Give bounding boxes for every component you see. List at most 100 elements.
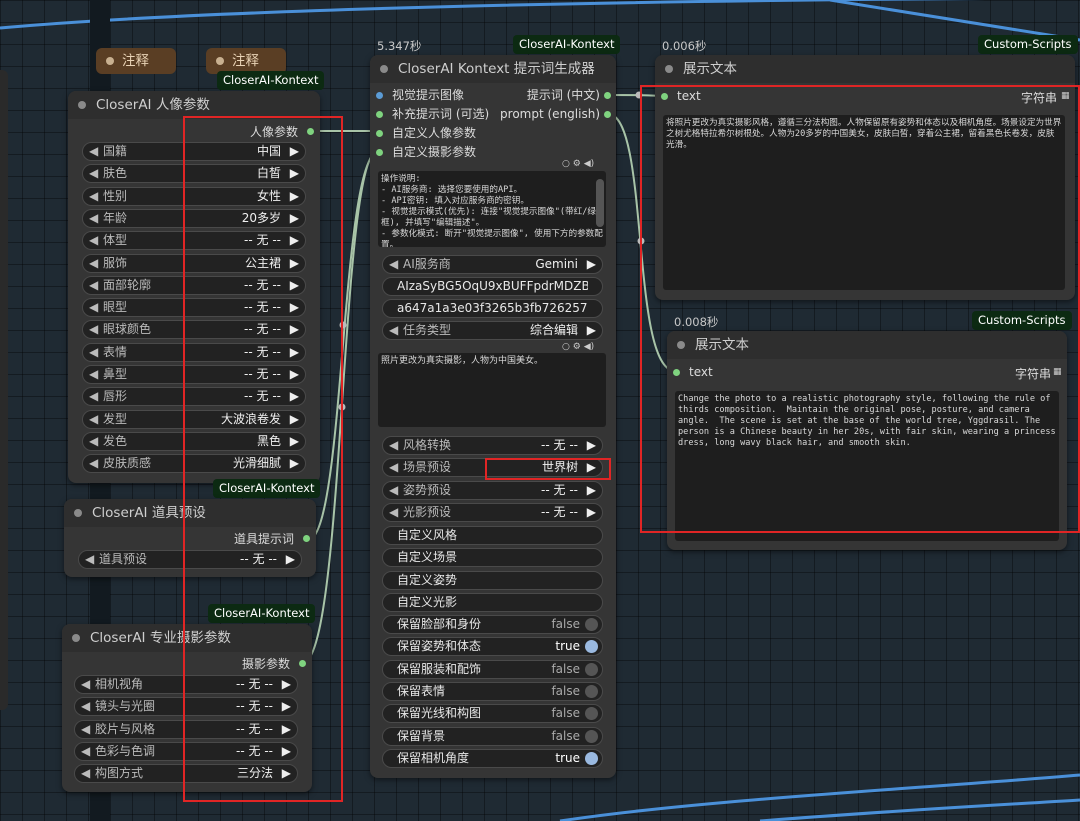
input-slot-extra-prompt[interactable]: 补充提示词 (可选) prompt (english) <box>370 105 616 124</box>
arrow-right-icon: ▶ <box>586 257 596 271</box>
arrow-left-icon[interactable]: ◀ <box>81 676 90 693</box>
toggle-knob-icon[interactable] <box>585 662 598 676</box>
arrow-left-icon[interactable]: ◀ <box>89 433 98 450</box>
input-dot-icon[interactable] <box>376 149 383 156</box>
collapse-dot-icon[interactable] <box>72 634 80 642</box>
arrow-left-icon[interactable]: ◀ <box>81 721 90 738</box>
instructions-textarea[interactable]: 操作说明: - AI服务商: 选择您要使用的API。 - API密钥: 填入对应… <box>378 171 606 247</box>
arrow-left-icon[interactable]: ◀ <box>85 551 94 568</box>
arrow-left-icon[interactable]: ◀ <box>89 455 98 472</box>
node-badge: CloserAI-Kontext <box>217 71 325 90</box>
toggle-switch[interactable]: 保留服装和配饰 false <box>382 659 603 679</box>
scrollbar[interactable] <box>596 179 604 227</box>
input-dot-icon[interactable] <box>376 92 383 99</box>
arrow-left-icon[interactable]: ◀ <box>89 299 98 316</box>
output-label-en: prompt (english) <box>500 107 600 121</box>
execution-time: 5.347秒 <box>377 39 422 53</box>
custom-text-field[interactable]: 自定义风格 <box>382 526 603 545</box>
arrow-left-icon[interactable]: ◀ <box>89 232 98 249</box>
arrow-left-icon[interactable]: ◀ <box>89 255 98 272</box>
arrow-left-icon[interactable]: ◀ <box>89 210 98 227</box>
toggle-switch[interactable]: 保留相机角度 true <box>382 748 603 768</box>
node-badge: Custom-Scripts <box>978 35 1078 54</box>
node-title[interactable]: 展示文本 <box>655 55 1075 83</box>
custom-text-field[interactable]: 自定义光影 <box>382 592 603 612</box>
output-dot-icon[interactable] <box>604 92 611 99</box>
arrow-right-icon: ▶ <box>586 323 596 337</box>
arrow-left-icon[interactable]: ◀ <box>89 344 98 361</box>
circle-icon: ○ <box>562 342 570 352</box>
input-dot-icon[interactable] <box>376 130 383 137</box>
collapse-dot-icon[interactable] <box>665 65 673 73</box>
node-title[interactable]: CloserAI Kontext 提示词生成器 <box>370 55 616 83</box>
arrow-left-icon[interactable]: ◀ <box>89 321 98 338</box>
toggle-knob-icon[interactable] <box>585 618 598 631</box>
input-slot-image[interactable]: 视觉提示图像 提示词 (中文) <box>370 86 616 105</box>
collapse-dot-icon[interactable] <box>380 65 388 73</box>
custom-text-field[interactable]: 自定义姿势 <box>382 570 603 590</box>
collapse-dot-icon[interactable] <box>216 57 224 65</box>
arrow-left-icon[interactable]: ◀ <box>389 459 398 476</box>
arrow-right-icon[interactable]: ▶ <box>587 504 596 521</box>
node-title[interactable]: CloserAI 人像参数 <box>68 91 320 119</box>
gear-icon: ⚙ <box>572 159 581 169</box>
arrow-left-icon[interactable]: ◀ <box>389 437 398 454</box>
arrow-left-icon[interactable]: ◀ <box>81 743 90 760</box>
arrow-left-icon: ◀ <box>389 257 399 271</box>
collapse-dot-icon[interactable] <box>106 57 114 65</box>
toggle-knob-icon[interactable] <box>585 640 598 654</box>
combo-select[interactable]: ◀ 姿势预设 -- 无 -- ▶ <box>382 480 603 500</box>
custom-text-field[interactable]: 自定义场景 <box>382 548 603 568</box>
output-label-cn: 提示词 (中文) <box>526 88 600 102</box>
api-key-field[interactable]: AIzaSyBG5OqU9xBUFFpdrMDZBeL... <box>382 277 603 296</box>
output-dot-icon[interactable] <box>604 111 611 118</box>
toggle-switch[interactable]: 保留脸部和身份 false <box>382 615 603 634</box>
input-dot-icon[interactable] <box>376 111 383 118</box>
arrow-left-icon[interactable]: ◀ <box>81 765 90 782</box>
arrow-left-icon[interactable]: ◀ <box>89 366 98 383</box>
highlight-box <box>640 85 1080 533</box>
arrow-left-icon[interactable]: ◀ <box>89 143 98 160</box>
prompt-generator-node[interactable]: CloserAI Kontext 提示词生成器 视觉提示图像 提示词 (中文) 补… <box>370 55 616 778</box>
collapse-dot-icon[interactable] <box>74 509 82 517</box>
textarea-tools[interactable]: ○ ⚙ ◀) <box>562 159 594 169</box>
arrow-left-icon[interactable]: ◀ <box>389 482 398 499</box>
combo-select[interactable]: ◀ 光影预设 -- 无 -- ▶ <box>382 502 603 522</box>
toggle-switch[interactable]: 保留光线和构图 false <box>382 704 603 724</box>
textarea-tools[interactable]: ○ ⚙ ◀) <box>562 342 594 352</box>
execution-time: 0.006秒 <box>662 39 707 53</box>
note-label: 注释 <box>122 53 149 69</box>
edit-description-textarea[interactable]: 照片更改为真实摄影，人物为中国美女。 <box>378 353 606 427</box>
ai-provider-select[interactable]: ◀ AI服务商 Gemini ▶ <box>382 255 603 274</box>
arrow-right-icon[interactable]: ▶ <box>587 437 596 454</box>
node-badge: CloserAI-Kontext <box>513 35 621 54</box>
note-node[interactable]: 注释 <box>96 48 176 74</box>
toggle-knob-icon[interactable] <box>585 751 598 765</box>
arrow-left-icon[interactable]: ◀ <box>89 165 98 182</box>
circle-icon: ○ <box>562 159 570 169</box>
arrow-left-icon[interactable]: ◀ <box>89 388 98 405</box>
highlight-box <box>485 458 611 480</box>
toggle-knob-icon[interactable] <box>585 684 598 698</box>
api-secret-field[interactable]: a647a1a3e03f3265b3fb726257db2e ... <box>382 299 603 318</box>
toggle-switch[interactable]: 保留表情 false <box>382 681 603 701</box>
toggle-switch[interactable]: 保留背景 false <box>382 726 603 746</box>
toggle-knob-icon[interactable] <box>585 707 598 721</box>
io-slots: 视觉提示图像 提示词 (中文) 补充提示词 (可选) prompt (english… <box>370 86 616 162</box>
arrow-left-icon[interactable]: ◀ <box>389 504 398 521</box>
input-slot-portrait[interactable]: 自定义人像参数 <box>370 124 616 143</box>
arrow-left-icon[interactable]: ◀ <box>81 698 90 715</box>
arrow-left-icon: ◀ <box>389 323 399 337</box>
note-label: 注释 <box>232 53 259 69</box>
combo-select[interactable]: ◀ 风格转换 -- 无 -- ▶ <box>382 436 603 455</box>
gear-icon: ⚙ <box>572 342 581 352</box>
arrow-right-icon[interactable]: ▶ <box>587 482 596 499</box>
toggle-knob-icon[interactable] <box>585 729 598 743</box>
toggle-switch[interactable]: 保留姿势和体态 true <box>382 637 603 657</box>
arrow-left-icon[interactable]: ◀ <box>89 188 98 205</box>
arrow-left-icon[interactable]: ◀ <box>89 277 98 294</box>
speaker-icon: ◀) <box>583 159 595 169</box>
task-type-select[interactable]: ◀ 任务类型 综合编辑 ▶ <box>382 321 603 340</box>
arrow-left-icon[interactable]: ◀ <box>89 411 98 428</box>
collapse-dot-icon[interactable] <box>78 101 86 109</box>
